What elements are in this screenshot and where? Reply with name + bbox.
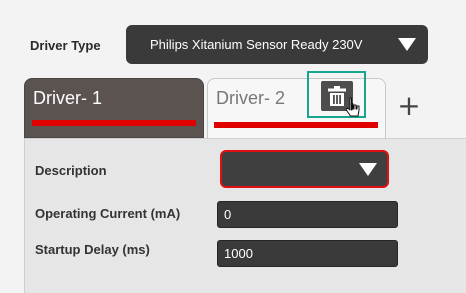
description-select[interactable]	[220, 150, 389, 188]
tab-status-bar	[32, 120, 196, 126]
tab-driver-1[interactable]: Driver- 1	[24, 78, 204, 138]
driver-config-page: Driver Type Philips Xitanium Sensor Read…	[0, 0, 466, 293]
tab-label: Driver- 1	[33, 88, 103, 108]
tab-label: Driver- 2	[216, 88, 286, 108]
add-tab-button[interactable]: +	[395, 92, 423, 120]
driver-type-value: Philips Xitanium Sensor Ready 230V	[150, 37, 363, 52]
startup-delay-input[interactable]	[217, 240, 398, 267]
startup-delay-label: Startup Delay (ms)	[35, 242, 150, 257]
description-label: Description	[35, 163, 107, 178]
chevron-down-icon	[359, 163, 377, 176]
mouse-cursor-icon	[345, 97, 360, 117]
chevron-down-icon	[398, 38, 416, 51]
operating-current-input[interactable]	[217, 201, 398, 228]
driver-type-label: Driver Type	[30, 38, 101, 53]
tab-status-bar	[214, 122, 378, 128]
operating-current-label: Operating Current (mA)	[35, 206, 181, 221]
driver-type-select[interactable]: Philips Xitanium Sensor Ready 230V	[126, 25, 428, 64]
trash-icon	[328, 86, 346, 106]
